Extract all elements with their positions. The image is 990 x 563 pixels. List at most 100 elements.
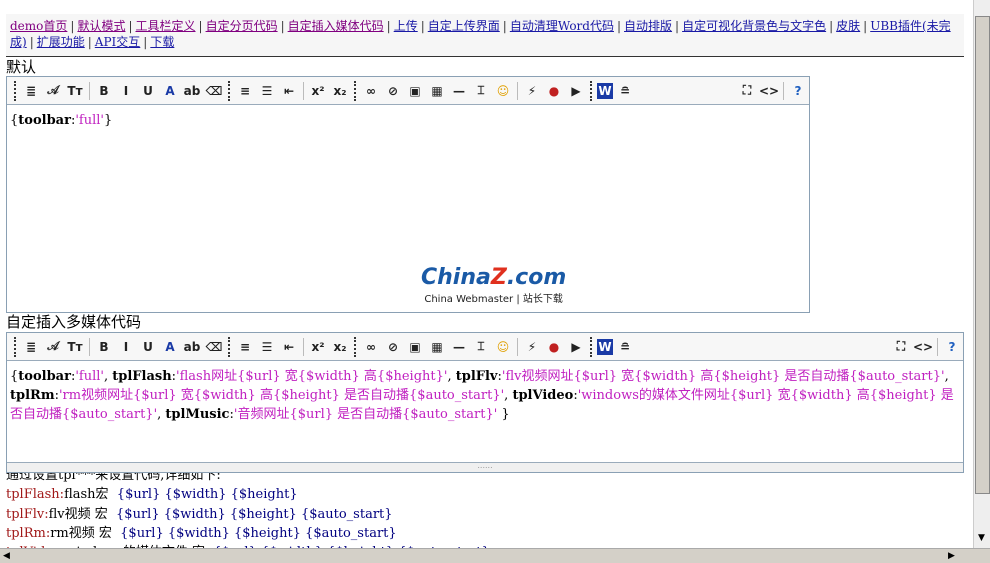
nav-link[interactable]: 自定可视化背景色与文字色 <box>682 19 826 33</box>
nav-link[interactable]: 自定插入媒体代码 <box>288 19 384 33</box>
note-key: tplFlash: <box>6 487 65 503</box>
editor-resize-handle[interactable]: ...... <box>7 462 963 472</box>
editor-toolbar: ≣ 𝒜 Tт B I U Aab ⌫ ≡ ☰ ⇤ x² x₂ ∞ ⊘ ▣ ▦ — ⌶ ☺ ⚡ ● ▶ W ≘ ⛶ <>? <box>7 77 809 105</box>
underline-icon[interactable]: U <box>138 81 158 101</box>
source-code-icon[interactable]: <> <box>759 81 779 101</box>
bold-icon[interactable]: B <box>94 81 114 101</box>
font-color-icon[interactable]: A <box>160 337 180 357</box>
emoticon-icon[interactable]: ☺ <box>493 81 513 101</box>
editor-content[interactable]: {toolbar:'full', tplFlash:'flash网址{$url}… <box>7 361 963 462</box>
outdent-icon[interactable]: ⇤ <box>279 337 299 357</box>
content-key: toolbar <box>18 369 71 384</box>
nav-link[interactable]: 上传 <box>394 19 418 33</box>
font-size-icon[interactable]: Tт <box>65 337 85 357</box>
nav-separator: | <box>70 19 75 33</box>
video-icon[interactable]: ▶ <box>566 81 586 101</box>
note-line: tplFlv:flv视频 宏 {$url} {$width} {$height}… <box>6 505 490 524</box>
italic-icon[interactable]: I <box>116 81 136 101</box>
italic-icon[interactable]: I <box>116 337 136 357</box>
nav-link[interactable]: 皮肤 <box>836 19 860 33</box>
link-icon[interactable]: ∞ <box>361 337 381 357</box>
word-paste-icon[interactable]: W <box>597 338 613 355</box>
media-icon[interactable]: ● <box>544 337 564 357</box>
font-size-icon[interactable]: Tт <box>65 81 85 101</box>
demo-nav: demo首页 | 默认模式 | 工具栏定义 | 自定分页代码 | 自定插入媒体代码 | 上传 | 自定上… <box>6 14 964 57</box>
paste-text-icon[interactable]: ≘ <box>615 337 635 357</box>
note-desc: rm视频 宏 <box>50 525 112 541</box>
source-format-icon[interactable]: ≣ <box>21 337 41 357</box>
note-line: tplFlash:flash宏 {$url} {$width} {$height… <box>6 485 490 504</box>
hr-icon[interactable]: — <box>449 81 469 101</box>
nav-link[interactable]: 自定分页代码 <box>206 19 278 33</box>
media-icon[interactable]: ● <box>544 81 564 101</box>
video-icon[interactable]: ▶ <box>566 337 586 357</box>
emoticon-icon[interactable]: ☺ <box>493 337 513 357</box>
toolbar-separator <box>783 81 784 100</box>
superscript-icon[interactable]: x² <box>308 81 328 101</box>
pagebreak-icon[interactable]: ⌶ <box>471 81 491 101</box>
nav-link[interactable]: API交互 <box>95 35 140 49</box>
nav-separator: | <box>863 19 868 33</box>
content-value: 'full' <box>75 113 104 128</box>
toolbar-separator <box>517 337 518 356</box>
highlight-icon[interactable]: ab <box>182 337 202 357</box>
fullscreen-icon[interactable]: ⛶ <box>891 337 911 357</box>
unlink-icon[interactable]: ⊘ <box>383 337 403 357</box>
editor-media: ≣ 𝒜 Tт B I U Aab ⌫ ≡ ☰ ⇤ x² x₂ ∞ ⊘ ▣ ▦ — ⌶ ☺ ⚡ ● ▶ W ≘ ⛶ <>? {tool… <box>6 332 964 473</box>
align-icon[interactable]: ≡ <box>235 337 255 357</box>
toolbar-separator <box>354 80 357 101</box>
eraser-icon[interactable]: ⌫ <box>204 81 224 101</box>
subscript-icon[interactable]: x₂ <box>330 81 350 101</box>
table-icon[interactable]: ▦ <box>427 337 447 357</box>
align-icon[interactable]: ≡ <box>235 81 255 101</box>
nav-link[interactable]: 自定上传界面 <box>428 19 500 33</box>
paste-text-icon[interactable]: ≘ <box>615 81 635 101</box>
nav-link[interactable]: 自动清理Word代码 <box>510 19 614 33</box>
content-key: toolbar <box>18 113 71 128</box>
toolbar-separator <box>590 336 593 357</box>
image-icon[interactable]: ▣ <box>405 337 425 357</box>
pagebreak-icon[interactable]: ⌶ <box>471 337 491 357</box>
scroll-thumb[interactable] <box>975 16 990 494</box>
eraser-icon[interactable]: ⌫ <box>204 337 224 357</box>
toolbar-separator <box>354 336 357 357</box>
list-icon[interactable]: ☰ <box>257 81 277 101</box>
nav-link[interactable]: demo首页 <box>10 19 67 33</box>
font-family-icon[interactable]: 𝒜 <box>43 337 63 357</box>
table-icon[interactable]: ▦ <box>427 81 447 101</box>
word-paste-icon[interactable]: W <box>597 82 613 99</box>
nav-link[interactable]: 自动排版 <box>624 19 672 33</box>
editor-content[interactable]: {toolbar:'full'} <box>7 105 809 136</box>
image-icon[interactable]: ▣ <box>405 81 425 101</box>
horizontal-scrollbar[interactable]: ◀ ▶ <box>0 548 990 563</box>
fullscreen-icon[interactable]: ⛶ <box>737 81 757 101</box>
source-format-icon[interactable]: ≣ <box>21 81 41 101</box>
flash-icon[interactable]: ⚡ <box>522 337 542 357</box>
vertical-scrollbar[interactable]: ▼ <box>973 0 990 548</box>
source-code-icon[interactable]: <> <box>913 337 933 357</box>
note-line: tplRm:rm视频 宏 {$url} {$width} {$height} {… <box>6 524 490 543</box>
content-key: tplRm <box>10 388 55 403</box>
nav-link[interactable]: 工具栏定义 <box>136 19 196 33</box>
nav-link[interactable]: 下载 <box>150 35 174 49</box>
nav-link[interactable]: 默认模式 <box>77 19 125 33</box>
toolbar-separator <box>14 80 17 101</box>
toolbar-separator <box>89 337 90 356</box>
list-icon[interactable]: ☰ <box>257 337 277 357</box>
underline-icon[interactable]: U <box>138 337 158 357</box>
note-macros: {$url} {$width} {$height} {$auto_start} <box>116 506 393 522</box>
unlink-icon[interactable]: ⊘ <box>383 81 403 101</box>
flash-icon[interactable]: ⚡ <box>522 81 542 101</box>
help-icon[interactable]: ? <box>788 81 808 101</box>
superscript-icon[interactable]: x² <box>308 337 328 357</box>
highlight-icon[interactable]: ab <box>182 81 202 101</box>
link-icon[interactable]: ∞ <box>361 81 381 101</box>
hr-icon[interactable]: — <box>449 337 469 357</box>
font-family-icon[interactable]: 𝒜 <box>43 81 63 101</box>
help-icon[interactable]: ? <box>942 337 962 357</box>
subscript-icon[interactable]: x₂ <box>330 337 350 357</box>
bold-icon[interactable]: B <box>94 337 114 357</box>
outdent-icon[interactable]: ⇤ <box>279 81 299 101</box>
nav-link[interactable]: 扩展功能 <box>37 35 85 49</box>
font-color-icon[interactable]: A <box>160 81 180 101</box>
